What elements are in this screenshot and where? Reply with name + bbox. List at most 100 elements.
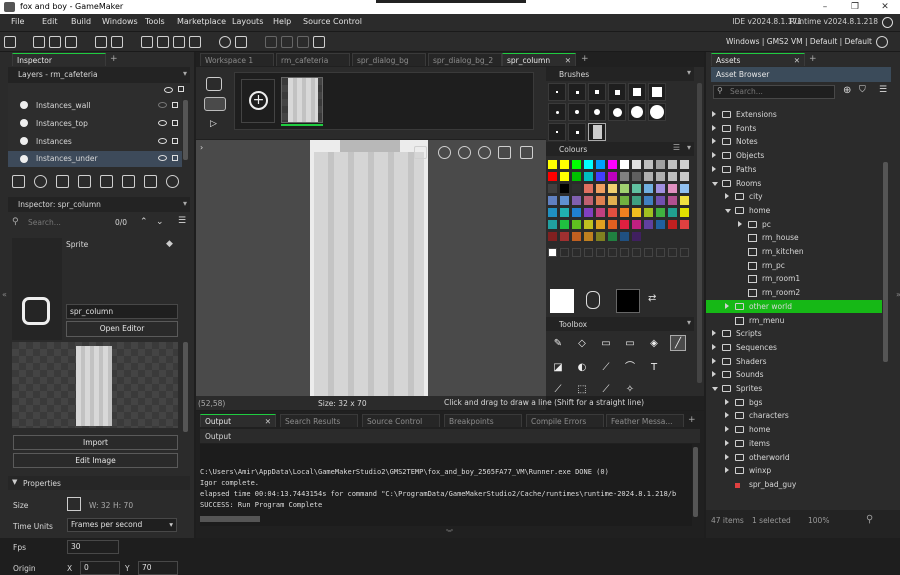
tile-layer-icon[interactable]	[56, 175, 69, 188]
zoom-out-icon[interactable]	[265, 36, 277, 48]
chevron-right-icon[interactable]	[725, 453, 729, 460]
colour-swatch[interactable]	[680, 208, 689, 217]
asset-layer-icon[interactable]	[100, 175, 113, 188]
asset-tree-item[interactable]: characters	[706, 409, 882, 422]
colour-swatch[interactable]	[572, 232, 581, 241]
colour-swatch[interactable]	[656, 196, 665, 205]
resize-icon[interactable]	[67, 497, 81, 511]
tab-workspace[interactable]: Workspace 1	[200, 53, 274, 66]
tab-feather-messages[interactable]: Feather Messa...	[606, 414, 684, 427]
menu-tools[interactable]: Tools	[145, 17, 165, 26]
asset-tree-item[interactable]: items	[706, 437, 882, 450]
chevron-right-icon[interactable]	[725, 302, 729, 309]
instance-layer-add-icon[interactable]	[34, 175, 47, 188]
fill-icon[interactable]: ◈	[646, 335, 662, 351]
chevron-right-icon[interactable]	[725, 439, 729, 446]
tab-spr-dialog-bg[interactable]: spr_dialog_bg	[352, 53, 426, 66]
colour-swatch[interactable]	[632, 184, 641, 193]
asset-tree-item[interactable]: city	[706, 190, 882, 203]
colour-swatch[interactable]	[668, 208, 677, 217]
tab-spr-dialog-bg-2[interactable]: spr_dialog_bg_2	[428, 53, 502, 66]
asset-tree-item[interactable]: Extensions	[706, 108, 882, 121]
add-tab-icon[interactable]: +	[581, 54, 589, 64]
colour-swatch[interactable]	[644, 196, 653, 205]
asset-tree-item[interactable]: Rooms	[706, 177, 882, 190]
brush-swatch[interactable]	[608, 103, 626, 121]
chevron-down-icon[interactable]	[725, 208, 731, 213]
expand-down-icon[interactable]: ︾	[446, 528, 453, 538]
swap-colours-icon[interactable]: ⇄	[648, 293, 656, 304]
collapse-arrow-icon[interactable]: ▾	[183, 69, 187, 78]
folder-layer-icon[interactable]	[144, 175, 157, 188]
game-options-icon[interactable]	[235, 36, 247, 48]
brush-swatch[interactable]	[588, 123, 606, 141]
brush-swatch[interactable]	[548, 123, 566, 141]
colour-swatch[interactable]	[596, 160, 605, 169]
colour-swatch[interactable]	[572, 196, 581, 205]
inspector-scrollbar[interactable]	[183, 342, 188, 432]
colour-swatch[interactable]	[560, 220, 569, 229]
chevron-right-icon[interactable]	[725, 193, 729, 200]
tab-spr-column[interactable]: spr_column ✕	[502, 53, 576, 66]
delete-layer-icon[interactable]	[166, 175, 179, 188]
visibility-eye-icon[interactable]	[158, 102, 167, 108]
edit-image-button[interactable]: Edit Image	[13, 453, 178, 468]
close-tab-icon[interactable]: ✕	[265, 415, 271, 428]
zoom-icon[interactable]: ⚲	[866, 514, 873, 525]
colour-swatch[interactable]	[608, 220, 617, 229]
colour-swatch[interactable]	[584, 160, 593, 169]
account-icon[interactable]	[882, 17, 893, 28]
colour-swatch[interactable]	[620, 160, 629, 169]
chevron-right-icon[interactable]	[712, 111, 716, 117]
menu-build[interactable]: Build	[71, 17, 91, 26]
colour-swatch[interactable]	[644, 172, 653, 181]
close-button[interactable]: ✕	[870, 0, 900, 14]
add-tab-icon[interactable]: +	[809, 54, 817, 64]
eyedropper-icon[interactable]: ⟋	[550, 381, 566, 397]
asset-tree-item[interactable]: rm_menu	[706, 314, 882, 327]
colour-swatch[interactable]	[668, 220, 677, 229]
asset-tree-item[interactable]: rm_pc	[706, 259, 882, 272]
menu-source-control[interactable]: Source Control	[303, 17, 362, 26]
origin-x-field[interactable]: 0	[80, 561, 120, 575]
colour-swatch[interactable]	[644, 220, 653, 229]
home-icon[interactable]	[4, 36, 16, 48]
brush-swatch[interactable]	[588, 103, 606, 121]
colour-swatch[interactable]	[620, 232, 629, 241]
asset-tree-item[interactable]: Sequences	[706, 341, 882, 354]
run-icon[interactable]	[157, 36, 169, 48]
empty-colour-slot[interactable]	[572, 248, 581, 257]
chevron-right-icon[interactable]	[738, 220, 742, 227]
visibility-eye-icon[interactable]	[158, 155, 167, 161]
colour-swatch[interactable]	[560, 172, 569, 181]
empty-colour-slot[interactable]	[548, 248, 557, 257]
frame-thumb[interactable]	[281, 77, 323, 123]
colour-swatch[interactable]	[572, 172, 581, 181]
brush-swatch[interactable]	[628, 83, 646, 101]
visibility-eye-icon[interactable]	[158, 138, 167, 144]
target-selector[interactable]: Windows | GMS2 VM | Default | Default	[726, 37, 872, 46]
visibility-eye-icon[interactable]	[158, 120, 167, 126]
colour-swatch[interactable]	[596, 184, 605, 193]
animation-icon[interactable]	[206, 77, 222, 91]
menu-edit[interactable]: Edit	[42, 17, 58, 26]
asset-tree-item[interactable]: Sounds	[706, 368, 882, 381]
colour-swatch[interactable]	[608, 160, 617, 169]
lock-icon[interactable]	[172, 102, 178, 108]
secondary-colour-swatch[interactable]	[616, 289, 640, 313]
chevron-right-icon[interactable]	[712, 152, 716, 159]
time-units-select[interactable]: Frames per second ▾	[67, 518, 177, 532]
empty-colour-slot[interactable]	[632, 248, 641, 257]
asset-tree-item[interactable]: winxp	[706, 464, 882, 477]
chevron-right-icon[interactable]	[712, 343, 716, 350]
colour-swatch[interactable]	[596, 196, 605, 205]
close-tab-icon[interactable]: ✕	[565, 54, 571, 67]
tab-rm-cafeteria[interactable]: rm_cafeteria	[276, 53, 350, 66]
tools-scrollbar[interactable]	[697, 83, 702, 383]
asset-tree-item[interactable]: pc	[706, 218, 882, 231]
menu-marketplace[interactable]: Marketplace	[177, 17, 226, 26]
chevron-right-icon[interactable]	[712, 124, 716, 131]
colour-swatch[interactable]	[632, 232, 641, 241]
fps-field[interactable]: 30	[67, 540, 119, 554]
asset-tree-item[interactable]: rm_kitchen	[706, 245, 882, 258]
